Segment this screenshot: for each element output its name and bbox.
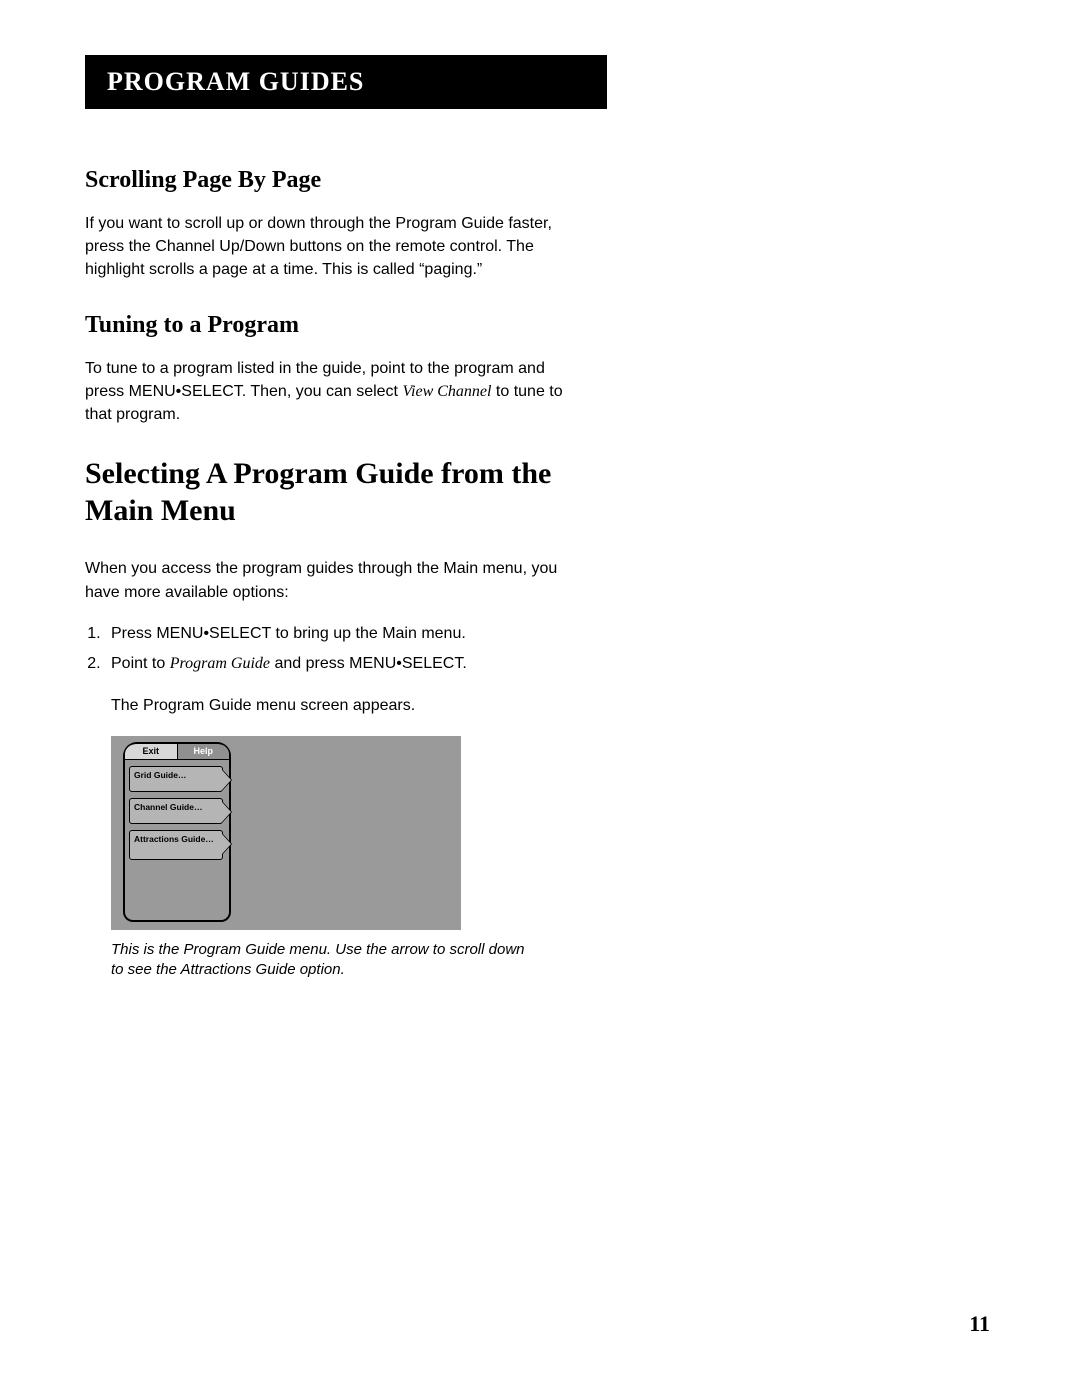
- section-body-tuning: To tune to a program listed in the guide…: [85, 357, 575, 427]
- section-heading-scrolling: Scrolling Page By Page: [85, 167, 575, 194]
- section-heading-selecting-guide: Selecting A Program Guide from the Main …: [85, 456, 575, 529]
- menu-item-grid-guide[interactable]: Grid Guide…: [129, 766, 223, 792]
- page-header-title: PROGRAM GUIDES: [107, 67, 364, 96]
- step-1: Press MENU•SELECT to bring up the Main m…: [105, 622, 575, 646]
- menu-item-channel-guide[interactable]: Channel Guide…: [129, 798, 223, 824]
- tab-exit[interactable]: Exit: [125, 744, 178, 759]
- section-intro-selecting: When you access the program guides throu…: [85, 557, 575, 603]
- figure-screenshot: Exit Help Grid Guide… Channel Guide… Att…: [111, 736, 461, 930]
- menu-item-attractions-guide[interactable]: Attractions Guide…: [129, 830, 223, 860]
- section-heading-tuning: Tuning to a Program: [85, 312, 575, 339]
- step-2-pre: Point to: [111, 655, 170, 672]
- page-container: PROGRAM GUIDES Scrolling Page By Page If…: [0, 0, 1080, 1397]
- page-header: PROGRAM GUIDES: [85, 55, 607, 109]
- steps-list: Press MENU•SELECT to bring up the Main m…: [85, 622, 575, 676]
- step-2-post: and press MENU•SELECT.: [270, 655, 467, 672]
- section-body-scrolling: If you want to scroll up or down through…: [85, 212, 575, 282]
- menu-tab-row: Exit Help: [125, 742, 229, 760]
- figure-caption: This is the Program Guide menu. Use the …: [111, 940, 541, 981]
- tuning-text-italic: View Channel: [402, 383, 491, 400]
- step-2: Point to Program Guide and press MENU•SE…: [105, 652, 575, 676]
- main-content-column: Scrolling Page By Page If you want to sc…: [85, 167, 575, 980]
- page-number: 11: [969, 1311, 990, 1337]
- step-2-substep: The Program Guide menu screen appears.: [111, 694, 575, 718]
- step-2-italic: Program Guide: [170, 655, 270, 672]
- tab-help[interactable]: Help: [178, 744, 230, 759]
- menu-panel: Exit Help Grid Guide… Channel Guide… Att…: [123, 742, 231, 922]
